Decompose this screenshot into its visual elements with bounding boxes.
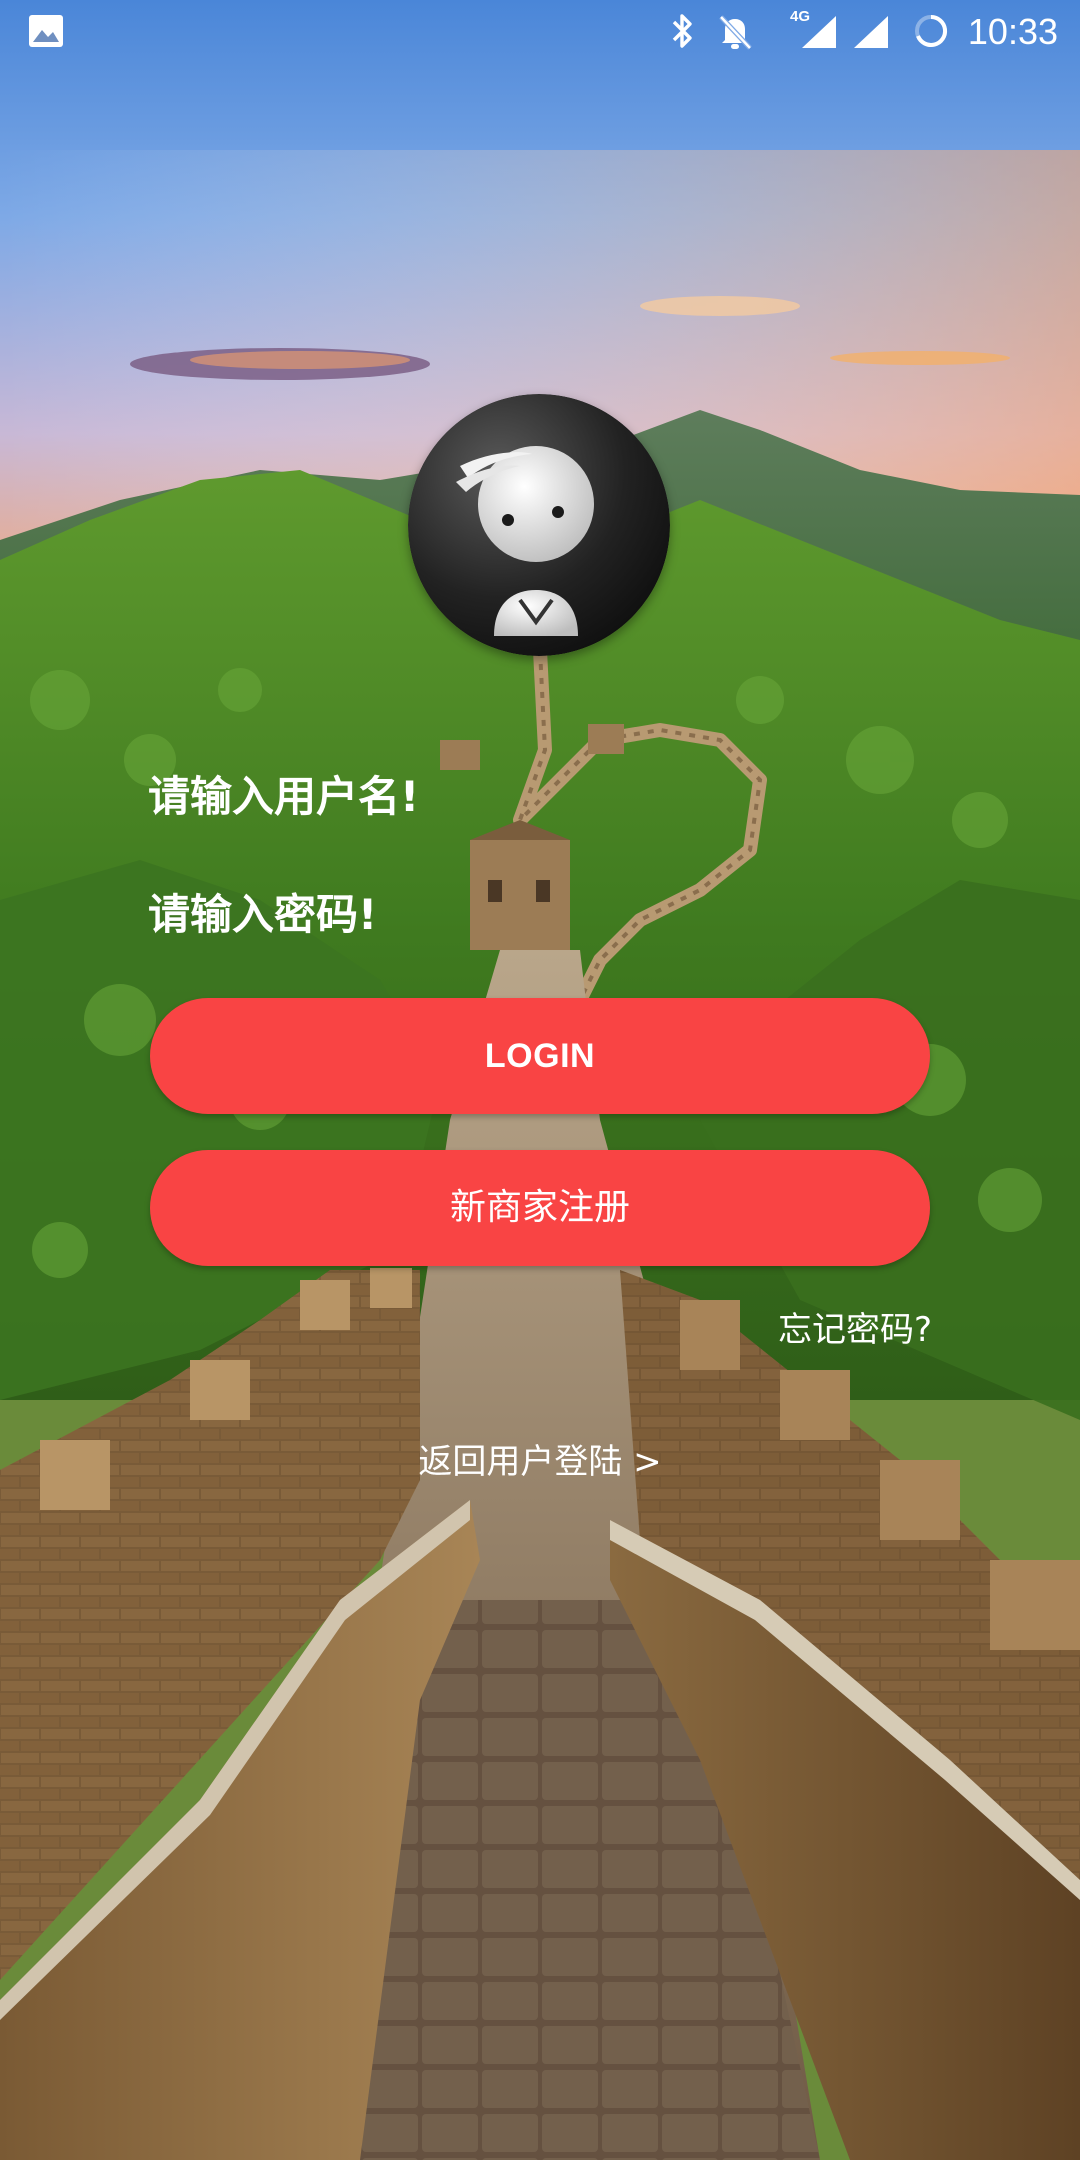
register-button[interactable]: 新商家注册 <box>150 1150 930 1266</box>
bluetooth-icon <box>668 12 696 54</box>
login-button[interactable]: LOGIN <box>150 998 930 1114</box>
signal-icon <box>800 14 838 54</box>
username-input[interactable] <box>148 756 932 836</box>
password-input[interactable] <box>148 874 932 954</box>
back-to-user-login-link[interactable]: 返回用户登陆 > <box>0 1434 1080 1483</box>
notifications-off-icon <box>716 12 754 56</box>
login-screen: 4G 10:33 请输入用户名! LOGIN 新商家注册 忘记密码? 返回用户登… <box>0 0 1080 2160</box>
loading-icon <box>912 12 950 54</box>
avatar <box>408 394 670 656</box>
image-notification-icon <box>28 14 64 52</box>
signal-icon <box>852 14 890 54</box>
clock-time: 10:33 <box>967 11 1058 52</box>
forgot-password-link[interactable]: 忘记密码? <box>778 1302 932 1351</box>
status-bar: 4G 10:33 <box>0 0 1080 64</box>
